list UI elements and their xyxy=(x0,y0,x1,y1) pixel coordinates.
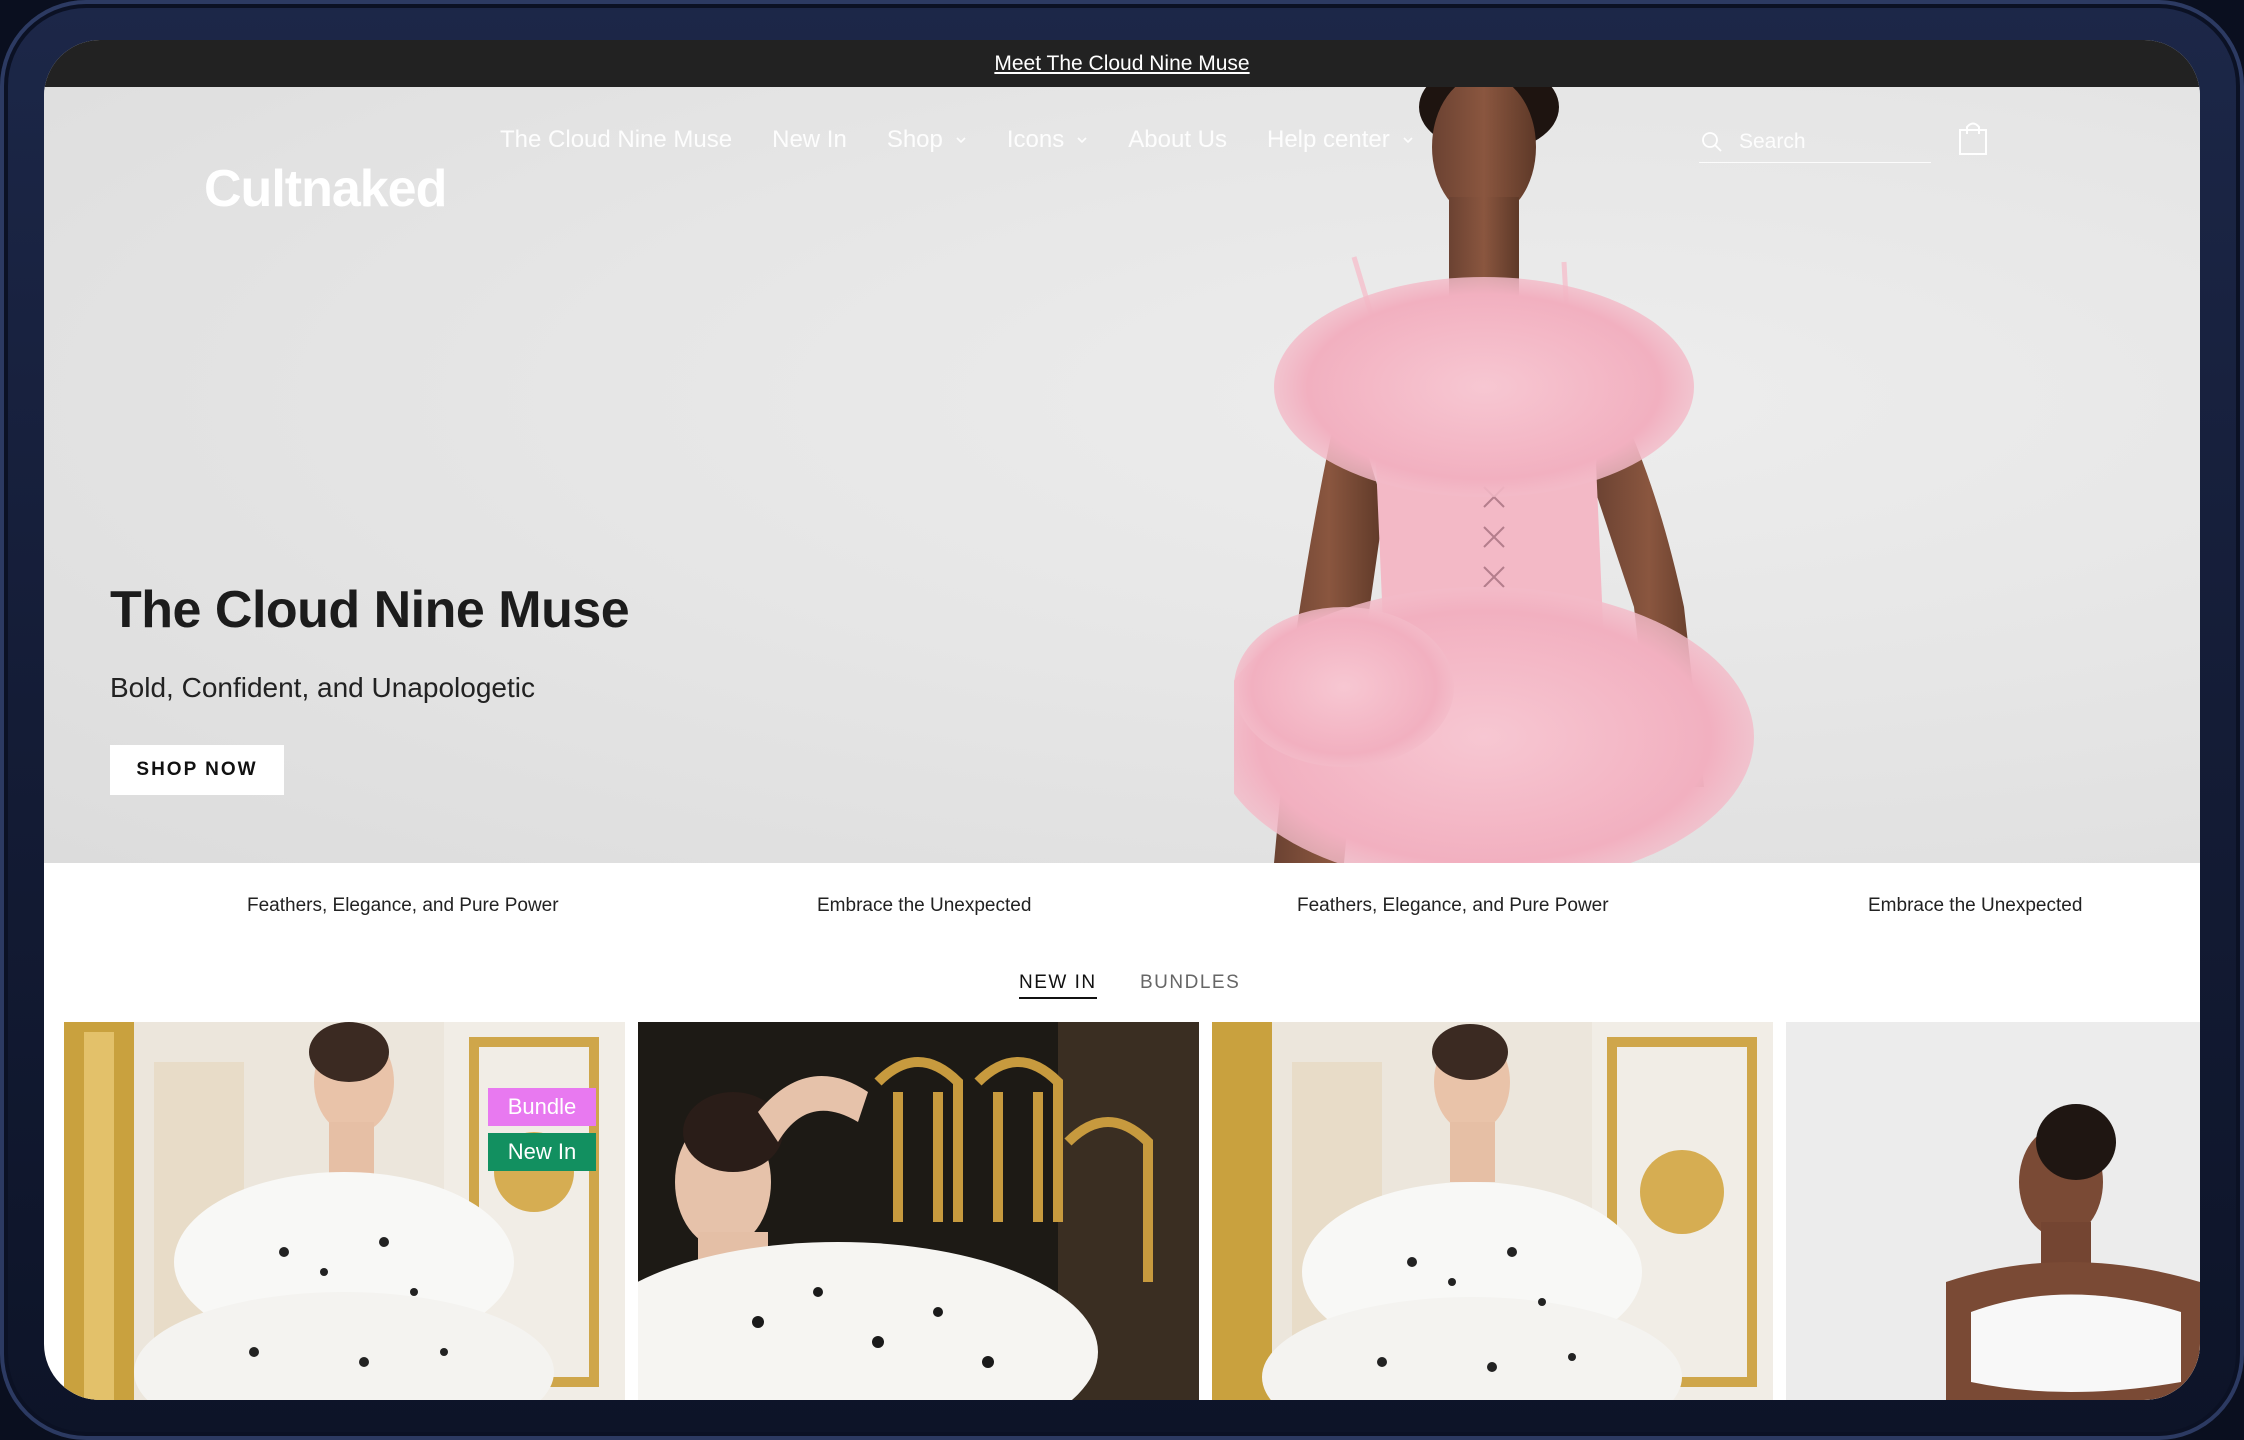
marquee-item: Feathers, Elegance, and Pure Power xyxy=(247,895,559,916)
nav-label: The Cloud Nine Muse xyxy=(500,126,733,153)
shopping-bag-icon[interactable] xyxy=(1957,120,1989,156)
product-image xyxy=(638,1022,1199,1400)
nav-label: About Us xyxy=(1128,126,1227,153)
product-card[interactable] xyxy=(1212,1022,1773,1400)
nav-item-new-in[interactable]: New In xyxy=(772,126,847,154)
nav-item-help-center[interactable]: Help center xyxy=(1267,126,1414,154)
new-in-badge: New In xyxy=(488,1133,596,1171)
nav-label: Icons xyxy=(1006,126,1065,153)
marquee-strip: Feathers, Elegance, and Pure Power Embra… xyxy=(44,863,2200,948)
product-grid: Bundle New In xyxy=(44,1022,2200,1400)
product-image xyxy=(1212,1022,1773,1400)
marquee-item: Embrace the Unexpected xyxy=(817,895,1032,916)
product-image xyxy=(1786,1022,2200,1400)
nav-item-about-us[interactable]: About Us xyxy=(1128,126,1227,154)
marquee-item: Embrace the Unexpected xyxy=(1868,895,2083,916)
browser-viewport: Meet The Cloud Nine Muse Cultnaked The C… xyxy=(44,40,2200,1400)
product-card[interactable] xyxy=(1786,1022,2200,1400)
nav-label: Shop xyxy=(886,126,943,153)
main-nav: The Cloud Nine Muse New In Shop Icons Ab… xyxy=(500,126,1454,154)
brand-logo[interactable]: Cultnaked xyxy=(204,163,447,215)
search-icon xyxy=(1702,132,1722,152)
hero-title: The Cloud Nine Muse xyxy=(110,581,630,639)
bundle-badge: Bundle xyxy=(488,1088,596,1126)
nav-item-icons[interactable]: Icons xyxy=(1007,126,1088,154)
search-box[interactable] xyxy=(1699,122,1931,163)
nav-label: Help center xyxy=(1266,126,1390,153)
marquee-item: Feathers, Elegance, and Pure Power xyxy=(1297,895,1609,916)
nav-item-shop[interactable]: Shop xyxy=(887,126,967,154)
chevron-down-icon xyxy=(1403,137,1413,144)
tablet-frame: Meet The Cloud Nine Muse Cultnaked The C… xyxy=(0,0,2244,1440)
product-image xyxy=(64,1022,625,1400)
tab-new-in[interactable]: NEW IN xyxy=(1019,972,1097,999)
nav-label: New In xyxy=(772,126,847,153)
shop-now-button[interactable]: SHOP NOW xyxy=(110,745,284,795)
hero-subtitle: Bold, Confident, and Unapologetic xyxy=(110,672,535,703)
announcement-link[interactable]: Meet The Cloud Nine Muse xyxy=(994,52,1249,76)
chevron-down-icon xyxy=(956,137,966,144)
search-input[interactable] xyxy=(1737,129,1921,155)
tab-bundles[interactable]: BUNDLES xyxy=(1140,972,1240,994)
product-card[interactable]: Bundle New In xyxy=(64,1022,625,1400)
chevron-down-icon xyxy=(1077,137,1087,144)
product-card[interactable] xyxy=(638,1022,1199,1400)
announcement-bar: Meet The Cloud Nine Muse xyxy=(44,40,2200,87)
nav-item-cloud-nine-muse[interactable]: The Cloud Nine Muse xyxy=(500,126,732,154)
